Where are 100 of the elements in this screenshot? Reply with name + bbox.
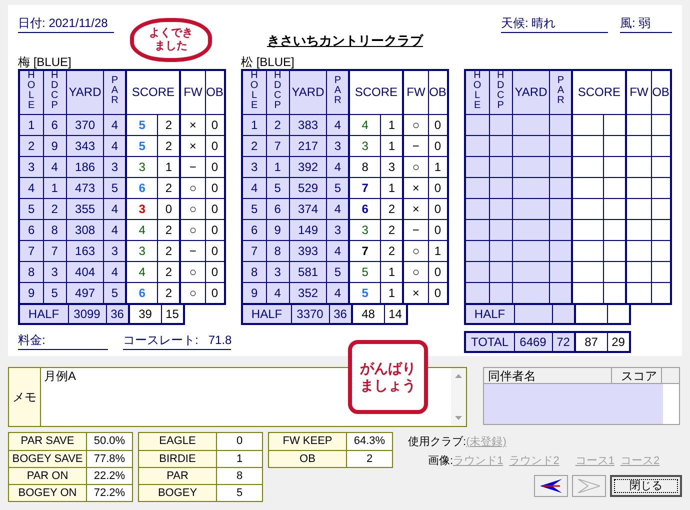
table-cell: ○ (403, 156, 428, 178)
table-cell: 14 (384, 304, 407, 324)
table-cell: 0 (428, 198, 448, 220)
table-cell: − (403, 220, 428, 240)
column-header: HDCP (266, 70, 290, 114)
table-cell: 5 (43, 282, 66, 304)
table-cell: 1 (380, 114, 404, 136)
table-cell: 1 (428, 240, 448, 262)
table-cell: 6 (43, 114, 66, 136)
table-cell: 4 (326, 114, 350, 136)
table-cell: 4 (326, 156, 350, 178)
table-cell: 0 (205, 282, 225, 304)
table-cell: 3 (242, 156, 266, 178)
table-cell: 5 (242, 198, 266, 220)
course-rate-field: コースレート: 71.8 (123, 330, 231, 350)
table-cell: 1 (242, 114, 266, 136)
score-cell: 5 (126, 114, 158, 136)
table-cell: 149 (289, 220, 327, 240)
row-label: HALF (242, 304, 291, 324)
table-cell: 7 (242, 240, 266, 262)
scrollbar[interactable] (451, 368, 466, 426)
table-cell: 87 (575, 332, 607, 352)
score-cell: 3 (349, 220, 381, 240)
stamp: がんばり ましょう (348, 340, 428, 414)
row-label: HALF (465, 304, 514, 324)
scroll-down-icon[interactable] (455, 416, 462, 420)
table-cell: ○ (180, 178, 206, 198)
image-label: 画像: (428, 454, 454, 468)
table-cell: 0 (428, 136, 448, 156)
scroll-up-icon[interactable] (455, 374, 462, 378)
score-cell: 6 (126, 178, 158, 198)
close-button[interactable]: 閉じる (610, 475, 682, 497)
table-cell: 4 (326, 282, 350, 304)
stat-label: PAR SAVE (9, 433, 87, 450)
table-cell: 6 (19, 220, 44, 240)
table-cell: 392 (289, 156, 327, 178)
table-cell: 6 (266, 198, 290, 220)
date-field: 日付: 2021/11/28 (18, 14, 114, 33)
weather-field: 天候: 晴れ (501, 14, 608, 33)
table-cell: 497 (66, 282, 104, 304)
companion-list[interactable]: 同伴者名 スコア (483, 367, 680, 425)
score-cell: 4 (349, 114, 381, 136)
table-cell: ○ (403, 240, 428, 262)
score-cell: 5 (126, 136, 158, 156)
table-cell: 186 (66, 156, 104, 178)
table-cell: 370 (66, 114, 104, 136)
table-cell: 2 (158, 282, 180, 304)
table-cell: 7 (19, 240, 44, 262)
table-cell: 1 (380, 136, 404, 156)
table-cell: − (180, 240, 206, 262)
column-header: YARD (289, 70, 327, 114)
column-header: YARD (512, 70, 550, 114)
table-cell: 3370 (291, 304, 329, 324)
table-cell: 3 (104, 240, 126, 262)
table-cell: × (403, 282, 428, 304)
table-cell: 7 (266, 136, 290, 156)
column-header: FW (403, 70, 428, 114)
table-cell: 0 (428, 282, 448, 304)
table-cell: 6469 (514, 332, 552, 352)
table-cell: ○ (180, 220, 206, 240)
table-cell: 2 (158, 262, 180, 282)
table-cell: × (180, 114, 206, 136)
table-cell: 2 (242, 136, 266, 156)
score-cell: 4 (126, 220, 158, 240)
table-cell: 4 (326, 240, 350, 262)
column-header: OB (651, 70, 671, 114)
column-header: HOLE (242, 70, 266, 114)
arrow-right-icon (578, 479, 600, 493)
table-cell: 3099 (68, 304, 106, 324)
column-header[interactable]: スコア (612, 368, 662, 383)
table-cell: 5 (326, 262, 350, 282)
table-cell: 4 (104, 220, 126, 240)
table-cell: 383 (289, 114, 327, 136)
table-cell: 0 (205, 240, 225, 262)
score-cell: 5 (349, 262, 381, 282)
table-cell: ○ (180, 262, 206, 282)
table-cell: 8 (19, 262, 44, 282)
course-label: 松 [BLUE] (241, 54, 296, 68)
table-cell: 1 (43, 178, 66, 198)
table-cell: 5 (19, 198, 44, 220)
column-header: HOLE (19, 70, 44, 114)
score-cell: 7 (349, 178, 381, 198)
fee-field: 料金: (18, 330, 108, 350)
stat-label: PAR (139, 468, 217, 484)
table-cell: 6 (242, 220, 266, 240)
course-title: きさいちカントリークラブ (267, 32, 423, 50)
column-header[interactable]: 同伴者名 (484, 368, 612, 383)
memo-field[interactable]: 月例A (41, 368, 341, 426)
table-cell: × (403, 178, 428, 198)
column-header: HDCP (43, 70, 66, 114)
table-cell: 2 (158, 240, 180, 262)
table-cell: 0 (205, 262, 225, 282)
table-cell: 308 (66, 220, 104, 240)
score-cell: 3 (126, 156, 158, 178)
table-cell: 1 (158, 156, 180, 178)
table-cell: 0 (428, 220, 448, 240)
table-cell: 1 (428, 156, 448, 178)
previous-button[interactable] (534, 475, 568, 497)
table-cell: 1 (266, 156, 290, 178)
table-cell: 0 (428, 178, 448, 198)
